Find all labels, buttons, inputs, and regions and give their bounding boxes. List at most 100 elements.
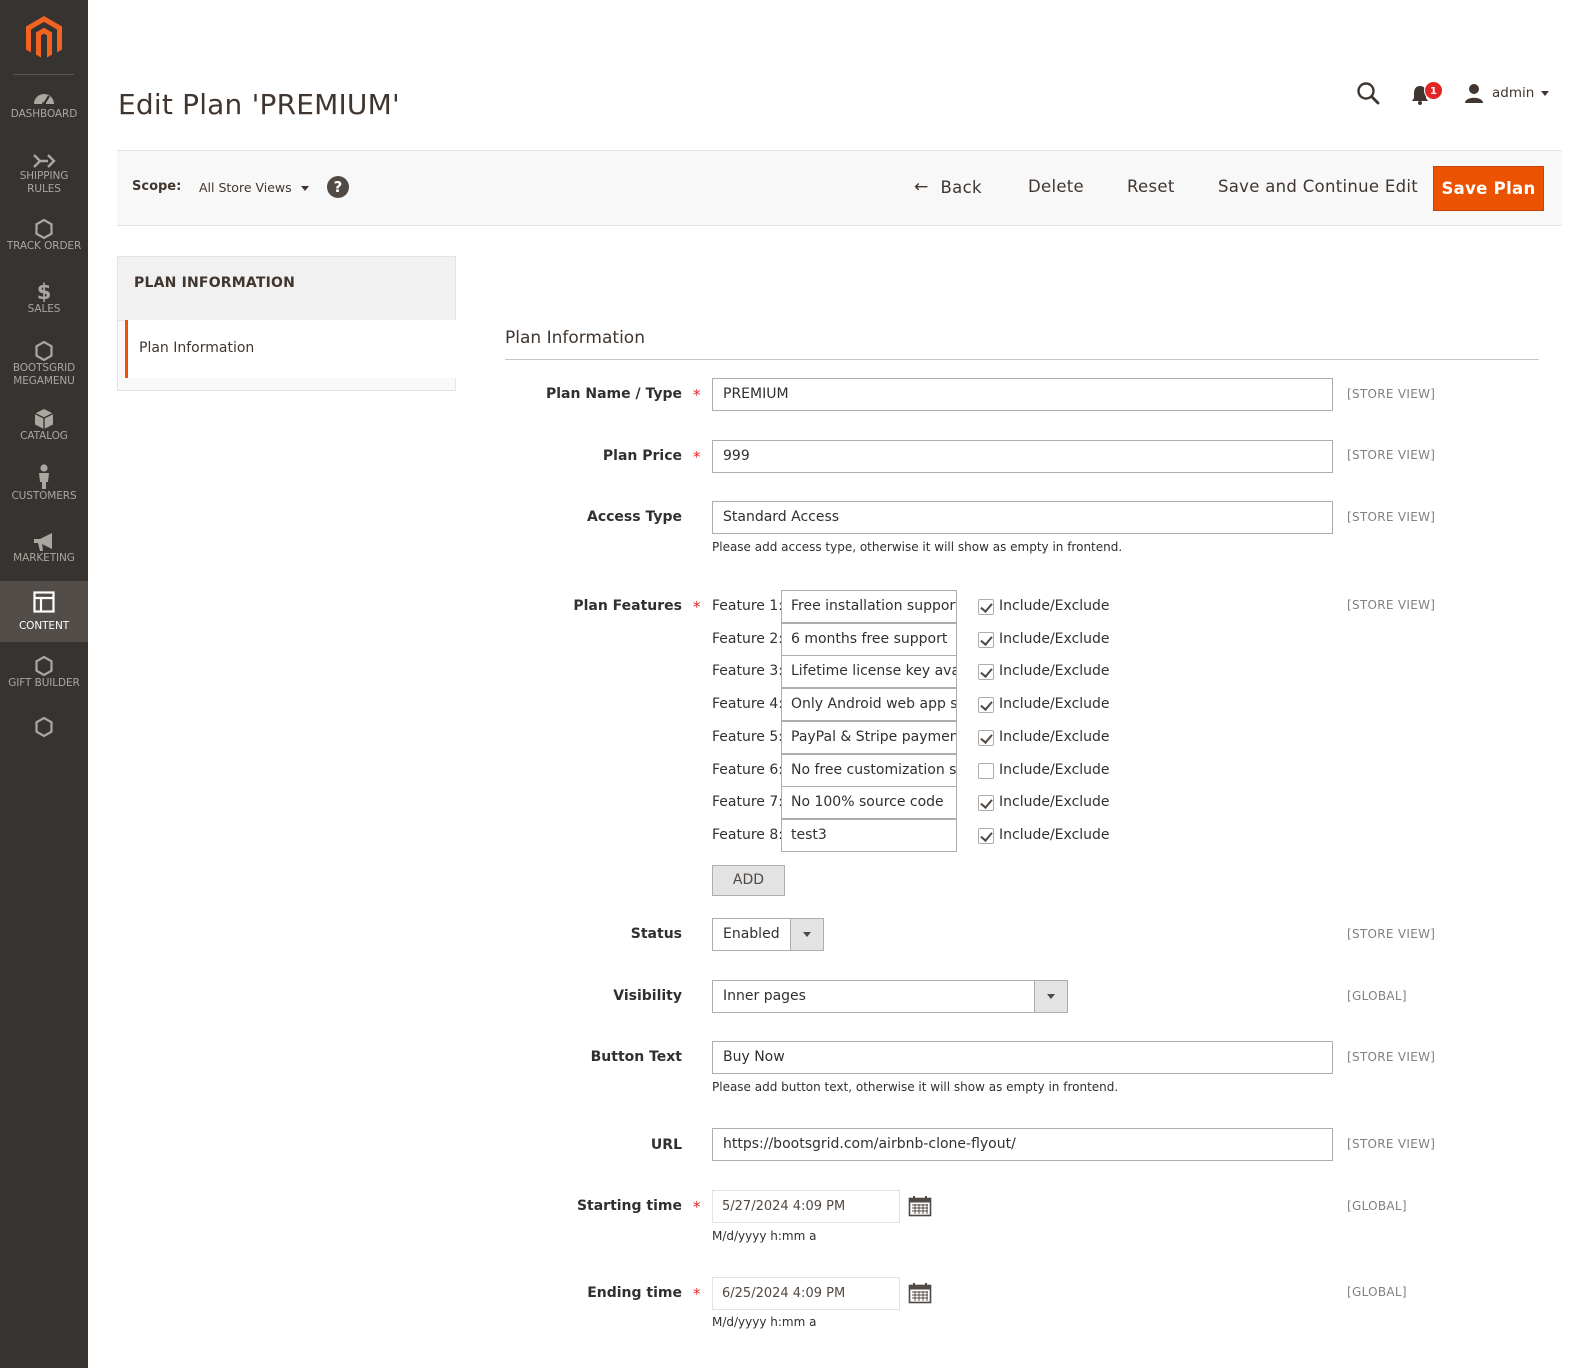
visibility-scope: [GLOBAL] xyxy=(1347,989,1407,1003)
notifications-button[interactable]: 1 xyxy=(1408,80,1443,108)
save-and-continue-button[interactable]: Save and Continue Edit xyxy=(1218,177,1418,196)
nav-customers[interactable]: CUSTOMERS xyxy=(0,464,88,508)
starting-time-format-note: M/d/yyyy h:mm a xyxy=(712,1229,817,1243)
nav-track-order[interactable]: TRACK ORDER xyxy=(0,218,88,258)
nav-gift-builder[interactable]: GIFT BUILDER xyxy=(0,655,88,695)
required-marker: * xyxy=(693,1285,701,1303)
feature-3-label: Feature 3: xyxy=(712,663,783,679)
starting-time-label: Starting time xyxy=(576,1198,682,1214)
feature-6-input[interactable]: No free customization su xyxy=(781,754,957,787)
nav-shipping-rules[interactable]: SHIPPING RULES xyxy=(0,152,88,202)
plan-price-input[interactable]: 999 xyxy=(712,440,1333,473)
admin-sidebar: DASHBOARD SHIPPING RULES TRACK ORDER $ S… xyxy=(0,0,88,1368)
reset-button[interactable]: Reset xyxy=(1127,177,1175,196)
feature-2-include-checkbox[interactable] xyxy=(978,632,994,648)
customer-icon xyxy=(39,464,49,489)
magento-logo[interactable] xyxy=(24,16,64,60)
status-label: Status xyxy=(630,926,682,942)
plan-price-label: Plan Price xyxy=(602,448,682,464)
feature-8-include-checkbox[interactable] xyxy=(978,828,994,844)
svg-text:$: $ xyxy=(37,280,52,303)
nav-shipping-rules-label: SHIPPING RULES xyxy=(19,170,69,195)
chevron-down-icon xyxy=(1034,981,1067,1012)
nav-marketing[interactable]: MARKETING xyxy=(0,532,88,572)
feature-5-include-checkbox[interactable] xyxy=(978,730,994,746)
starting-time-scope: [GLOBAL] xyxy=(1347,1199,1407,1213)
feature-1-input[interactable]: Free installation support xyxy=(781,590,957,623)
feature-6-include-checkbox[interactable] xyxy=(978,763,994,779)
user-menu[interactable]: admin xyxy=(1464,82,1550,104)
visibility-label: Visibility xyxy=(613,988,682,1004)
feature-1-label: Feature 1: xyxy=(712,598,783,614)
nav-sales[interactable]: $ SALES xyxy=(0,279,88,319)
access-type-note: Please add access type, otherwise it wil… xyxy=(712,540,1123,554)
feature-4-include-checkbox[interactable] xyxy=(978,697,994,713)
url-scope: [STORE VIEW] xyxy=(1347,1137,1436,1151)
delete-button[interactable]: Delete xyxy=(1028,177,1084,196)
starting-time-input[interactable]: 5/27/2024 4:09 PM xyxy=(712,1190,900,1223)
scope-switcher[interactable]: All Store Views xyxy=(199,180,309,195)
feature-3-input[interactable]: Lifetime license key avai xyxy=(781,655,957,688)
search-icon[interactable] xyxy=(1355,80,1381,106)
nav-bootsgrid-megamenu[interactable]: BOOTSGRID MEGAMENU xyxy=(0,340,88,392)
add-feature-button[interactable]: ADD xyxy=(712,865,785,896)
status-scope: [STORE VIEW] xyxy=(1347,927,1436,941)
required-marker: * xyxy=(693,598,701,616)
feature-7-label: Feature 7: xyxy=(712,794,783,810)
feature-7-include-label: Include/Exclude xyxy=(999,794,1110,810)
chevron-down-icon xyxy=(1541,90,1550,96)
ending-time-input[interactable]: 6/25/2024 4:09 PM xyxy=(712,1277,900,1310)
feature-4-input[interactable]: Only Android web app s xyxy=(781,688,957,721)
feature-1-include-label: Include/Exclude xyxy=(999,598,1110,614)
nav-marketing-label: MARKETING xyxy=(13,552,75,564)
megaphone-icon xyxy=(34,533,52,551)
nav-dashboard[interactable]: DASHBOARD xyxy=(0,88,88,128)
feature-7-include-checkbox[interactable] xyxy=(978,795,994,811)
button-text-label: Button Text xyxy=(590,1049,682,1065)
required-marker: * xyxy=(693,1198,701,1216)
nav-bootsgrid-megamenu-label: BOOTSGRID MEGAMENU xyxy=(12,362,76,387)
hexagon-icon xyxy=(35,655,53,677)
page-actions-bar: Scope: All Store Views ? ← Back Delete R… xyxy=(117,150,1562,226)
back-button[interactable]: ← Back xyxy=(914,177,982,197)
feature-8-input[interactable]: test3 xyxy=(781,819,957,852)
user-icon xyxy=(1465,84,1483,103)
nav-extra[interactable] xyxy=(0,716,88,740)
chevron-down-icon xyxy=(790,919,823,950)
access-type-scope: [STORE VIEW] xyxy=(1347,510,1436,524)
nav-content-label: CONTENT xyxy=(18,620,70,632)
feature-5-input[interactable]: PayPal & Stripe paymen xyxy=(781,721,957,754)
tab-plan-information[interactable]: Plan Information xyxy=(125,320,456,378)
feature-1-include-checkbox[interactable] xyxy=(978,599,994,615)
ending-time-scope: [GLOBAL] xyxy=(1347,1285,1407,1299)
dollar-icon: $ xyxy=(37,280,52,303)
hexagon-icon xyxy=(35,340,53,362)
status-select[interactable]: Enabled xyxy=(712,918,824,951)
tabs-heading[interactable]: PLAN INFORMATION xyxy=(118,257,455,321)
plan-name-input[interactable]: PREMIUM xyxy=(712,378,1333,411)
tabs-panel: PLAN INFORMATION Plan Information xyxy=(117,256,456,391)
feature-5-label: Feature 5: xyxy=(712,729,783,745)
nav-catalog[interactable]: CATALOG xyxy=(0,408,88,448)
nav-content[interactable]: CONTENT xyxy=(0,581,88,642)
access-type-input[interactable]: Standard Access xyxy=(712,501,1333,534)
button-text-scope: [STORE VIEW] xyxy=(1347,1050,1436,1064)
notification-count-badge: 1 xyxy=(1424,81,1443,100)
visibility-select-value: Inner pages xyxy=(723,988,806,1004)
feature-3-include-checkbox[interactable] xyxy=(978,664,994,680)
catalog-box-icon xyxy=(34,409,54,429)
save-plan-button[interactable]: Save Plan xyxy=(1433,166,1544,211)
feature-4-include-label: Include/Exclude xyxy=(999,696,1110,712)
button-text-input[interactable]: Buy Now xyxy=(712,1041,1333,1074)
url-input[interactable]: https://bootsgrid.com/airbnb-clone-flyou… xyxy=(712,1128,1333,1161)
nav-track-order-label: TRACK ORDER xyxy=(6,240,82,252)
feature-7-input[interactable]: No 100% source code xyxy=(781,786,957,819)
calendar-icon[interactable] xyxy=(908,1282,932,1304)
calendar-icon[interactable] xyxy=(908,1195,932,1217)
help-icon[interactable]: ? xyxy=(327,176,349,198)
required-marker: * xyxy=(693,386,701,404)
visibility-select[interactable]: Inner pages xyxy=(712,980,1068,1013)
feature-4-label: Feature 4: xyxy=(712,696,783,712)
button-text-note: Please add button text, otherwise it wil… xyxy=(712,1080,1119,1094)
feature-2-input[interactable]: 6 months free support xyxy=(781,623,957,656)
